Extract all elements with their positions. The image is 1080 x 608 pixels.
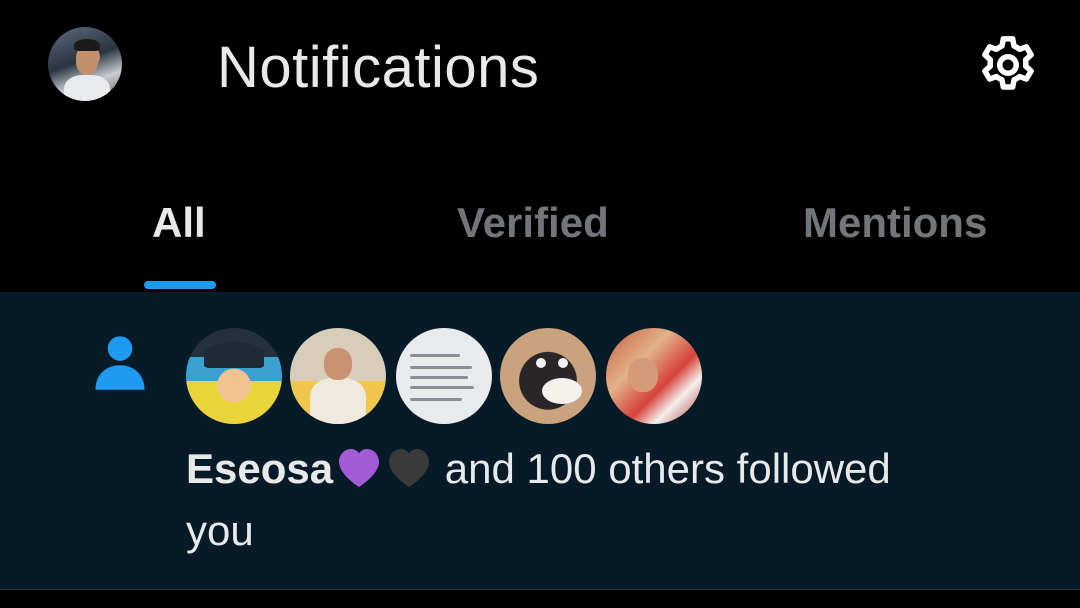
tab-bar: All Verified Mentions [0,140,1080,293]
follower-avatar[interactable] [396,328,492,424]
follower-avatar[interactable] [500,328,596,424]
tab-all[interactable]: All [152,200,206,246]
purple-heart-icon [339,449,380,487]
notification-item[interactable]: Eseosa and 100 others followed you [0,292,1080,590]
profile-avatar[interactable] [48,27,122,101]
follower-avatar[interactable] [290,328,386,424]
notification-message: and 100 others followed [433,445,891,492]
follower-name[interactable]: Eseosa [186,445,333,492]
gear-icon[interactable] [975,32,1041,98]
tab-mentions[interactable]: Mentions [803,200,987,246]
black-heart-icon [389,449,430,487]
tab-verified[interactable]: Verified [457,200,609,246]
notification-text: Eseosa and 100 others followed you [186,438,1046,562]
person-icon [95,336,145,390]
page-title: Notifications [217,35,540,100]
active-tab-indicator [144,281,216,289]
follower-avatar[interactable] [606,328,702,424]
header: Notifications [0,0,1080,140]
follower-avatar[interactable] [186,328,282,424]
notification-message-end: you [186,507,254,554]
